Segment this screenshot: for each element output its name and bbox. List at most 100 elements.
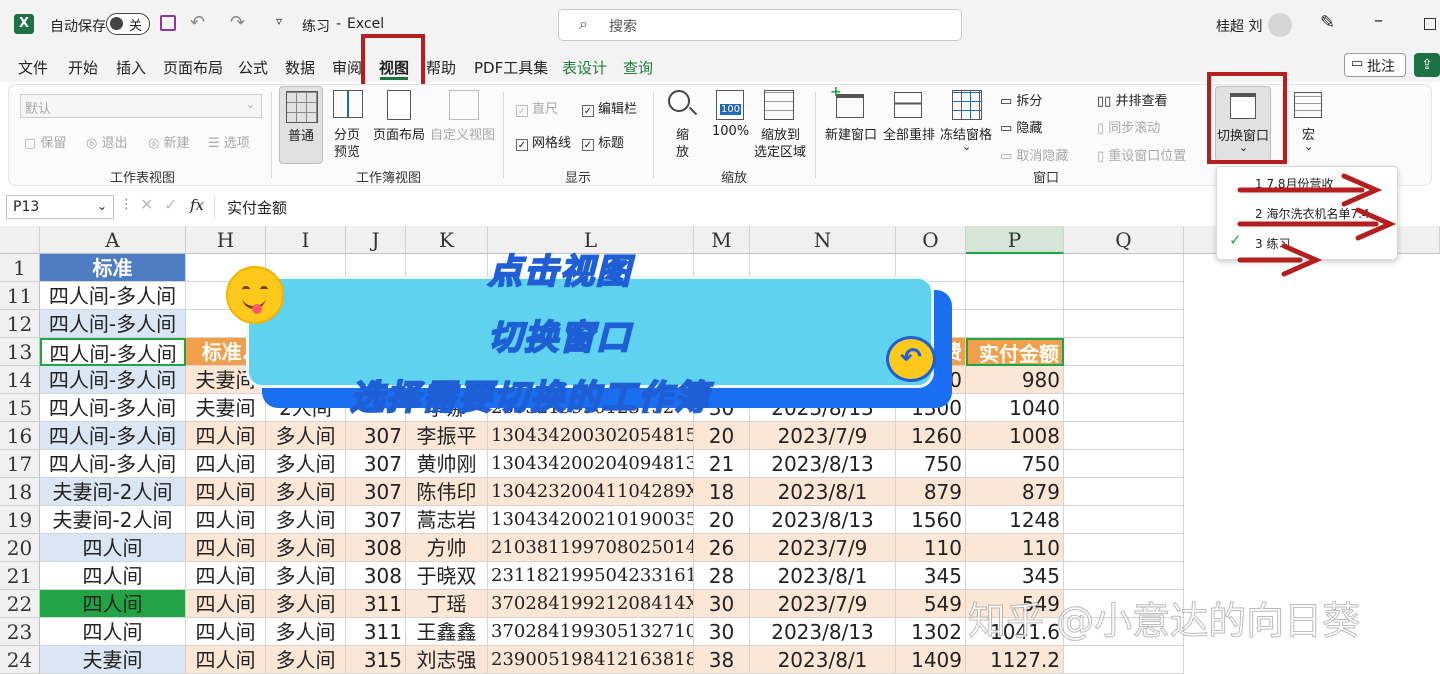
- zoom-selection-icon[interactable]: [764, 90, 794, 120]
- cell[interactable]: 750: [966, 450, 1064, 478]
- row-header[interactable]: 13: [0, 338, 40, 366]
- cell[interactable]: 20: [694, 506, 750, 534]
- cell-standard[interactable]: 四人间-多人间: [40, 450, 186, 478]
- cell[interactable]: 四人间: [186, 506, 266, 534]
- split-button[interactable]: ▭ 拆分: [1000, 90, 1042, 109]
- column-header-A[interactable]: A: [40, 226, 186, 254]
- cell-standard[interactable]: 四人间-多人间: [40, 338, 186, 366]
- cell[interactable]: 四人间: [186, 478, 266, 506]
- cell[interactable]: 18: [694, 478, 750, 506]
- page-break-icon[interactable]: [333, 90, 363, 118]
- save-icon[interactable]: [160, 15, 176, 31]
- normal-view-button[interactable]: 普通: [279, 86, 323, 164]
- cell[interactable]: 307: [346, 450, 406, 478]
- cell[interactable]: 2023/8/1: [750, 646, 896, 674]
- customize-icon[interactable]: ▿: [276, 14, 282, 28]
- cell[interactable]: 黄帅刚: [406, 450, 488, 478]
- cell[interactable]: 307: [346, 478, 406, 506]
- cell[interactable]: 307: [346, 506, 406, 534]
- row-header[interactable]: 15: [0, 394, 40, 422]
- custom-view-icon[interactable]: [449, 90, 479, 120]
- cell[interactable]: [1064, 310, 1184, 338]
- cell[interactable]: 130434200204094813: [488, 450, 694, 478]
- cell[interactable]: 夫妻间: [186, 394, 266, 422]
- cell[interactable]: 多人间: [266, 618, 346, 646]
- cell[interactable]: [1064, 478, 1184, 506]
- side-by-side-button[interactable]: ▯▯ 并排查看: [1097, 90, 1167, 109]
- cell[interactable]: 308: [346, 562, 406, 590]
- cell-standard[interactable]: 四人间: [40, 562, 186, 590]
- cell[interactable]: 丁瑶: [406, 590, 488, 618]
- cell-standard[interactable]: 夫妻间-2人间: [40, 478, 186, 506]
- cell[interactable]: 20: [694, 422, 750, 450]
- cell[interactable]: 1040: [966, 394, 1064, 422]
- row-header[interactable]: 12: [0, 310, 40, 338]
- cell[interactable]: 2023/8/13: [750, 450, 896, 478]
- cell[interactable]: 多人间: [266, 506, 346, 534]
- select-all-corner[interactable]: [0, 226, 40, 254]
- cell[interactable]: 110: [896, 534, 966, 562]
- cell[interactable]: 1260: [896, 422, 966, 450]
- name-box[interactable]: P13 ⌄: [6, 195, 114, 219]
- page-layout-icon[interactable]: [387, 90, 411, 120]
- cell[interactable]: 四人间: [186, 590, 266, 618]
- cell[interactable]: 980: [966, 366, 1064, 394]
- cell[interactable]: 239005198412163818: [488, 646, 694, 674]
- keep-button[interactable]: ▢ 保留: [24, 132, 66, 151]
- row-header[interactable]: 24: [0, 646, 40, 674]
- cell[interactable]: 2023/8/1: [750, 562, 896, 590]
- hide-button[interactable]: ▭ 隐藏: [1000, 117, 1042, 136]
- cell[interactable]: 130434200210190035: [488, 506, 694, 534]
- cell[interactable]: 21: [694, 450, 750, 478]
- menu-help[interactable]: 帮助: [426, 57, 456, 78]
- sync-scroll-button[interactable]: ▯ 同步滚动: [1097, 117, 1160, 136]
- cancel-icon[interactable]: ✕: [140, 195, 153, 214]
- menu-insert[interactable]: 插入: [116, 57, 146, 78]
- cell-standard[interactable]: 四人间-多人间: [40, 366, 186, 394]
- cell[interactable]: 陈伟印: [406, 478, 488, 506]
- cell[interactable]: 549: [896, 590, 966, 618]
- cell[interactable]: 四人间: [186, 422, 266, 450]
- cell[interactable]: 231182199504233161: [488, 562, 694, 590]
- cell[interactable]: [1064, 422, 1184, 450]
- cell[interactable]: [1064, 562, 1184, 590]
- reset-position-button[interactable]: ▯ 重设窗口位置: [1097, 145, 1186, 164]
- fx-icon[interactable]: fx: [190, 196, 204, 214]
- unhide-button[interactable]: ▭ 取消隐藏: [1000, 145, 1068, 164]
- row-header[interactable]: 23: [0, 618, 40, 646]
- cell[interactable]: 刘志强: [406, 646, 488, 674]
- cell[interactable]: 于晓双: [406, 562, 488, 590]
- cell[interactable]: 李振平: [406, 422, 488, 450]
- cell[interactable]: 2023/7/9: [750, 590, 896, 618]
- cell-standard[interactable]: 四人间-多人间: [40, 394, 186, 422]
- pen-icon[interactable]: ✎: [1320, 12, 1335, 33]
- gridlines-checkbox[interactable]: ✓ 网格线: [516, 132, 571, 151]
- cell[interactable]: 1127.2: [966, 646, 1064, 674]
- cell-standard[interactable]: 夫妻间-2人间: [40, 506, 186, 534]
- cell[interactable]: 蒿志岩: [406, 506, 488, 534]
- cell[interactable]: 1409: [896, 646, 966, 674]
- cell[interactable]: 879: [896, 478, 966, 506]
- cell-standard[interactable]: 四人间-多人间: [40, 310, 186, 338]
- search-box[interactable]: ⌕ 搜索: [558, 9, 962, 41]
- row-header[interactable]: 17: [0, 450, 40, 478]
- new-view-button[interactable]: ◎ 新建: [148, 132, 190, 151]
- cell[interactable]: 四人间: [186, 562, 266, 590]
- cell[interactable]: [1064, 450, 1184, 478]
- cell[interactable]: 28: [694, 562, 750, 590]
- cell[interactable]: 315: [346, 646, 406, 674]
- row-header[interactable]: 22: [0, 590, 40, 618]
- cell[interactable]: 多人间: [266, 562, 346, 590]
- column-header-H[interactable]: H: [186, 226, 266, 254]
- column-header-J[interactable]: J: [346, 226, 406, 254]
- cell[interactable]: [966, 310, 1064, 338]
- row-header[interactable]: 19: [0, 506, 40, 534]
- cell[interactable]: 1560: [896, 506, 966, 534]
- cell[interactable]: 1302: [896, 618, 966, 646]
- cell[interactable]: 307: [346, 422, 406, 450]
- row-header[interactable]: 16: [0, 422, 40, 450]
- cell[interactable]: 2023/8/1: [750, 478, 896, 506]
- restore-icon[interactable]: [1424, 18, 1436, 30]
- cell[interactable]: 110: [966, 534, 1064, 562]
- row-header[interactable]: 1: [0, 254, 40, 282]
